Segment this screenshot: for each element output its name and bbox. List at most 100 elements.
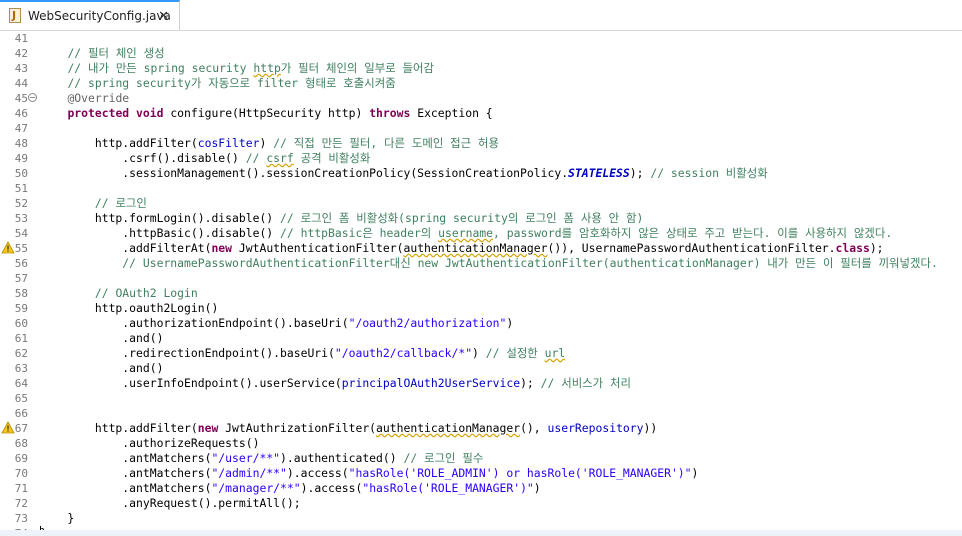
code-line[interactable]: 52 // 로그인 — [0, 196, 962, 211]
code-token: // 설정한 — [485, 346, 545, 360]
code-token: http — [253, 61, 281, 75]
code-line[interactable]: 63 .and() — [0, 361, 962, 376]
code-line[interactable]: 42 // 필터 체인 생성 — [0, 46, 962, 61]
line-number: 46 — [14, 107, 28, 120]
code-token: ).authenticated() — [280, 451, 404, 465]
code-line[interactable]: 59 http.oauth2Login() — [0, 301, 962, 316]
line-code: // 내가 만든 spring security http가 필터 체인의 일부… — [40, 61, 434, 76]
code-token: , password를 암호화하지 않은 상태로 주고 받는다. 이를 사용하지… — [493, 226, 893, 240]
code-line[interactable]: 47 — [0, 121, 962, 136]
warning-icon[interactable] — [1, 241, 15, 255]
code-token: .redirectionEndpoint().baseUri( — [40, 346, 335, 360]
line-number: 57 — [14, 272, 28, 285]
code-token: // 내가 만든 spring security — [67, 61, 254, 75]
code-token: ); — [869, 241, 884, 255]
code-token: // httpBasic은 header의 — [280, 226, 439, 240]
fold-toggle-icon[interactable]: − — [28, 93, 37, 102]
code-line[interactable]: 70 .antMatchers("/admin/**").access("has… — [0, 466, 962, 481]
line-code: http.addFilter(new JwtAuthrizationFilter… — [40, 421, 657, 436]
horizontal-scrollbar[interactable] — [0, 530, 962, 536]
line-code: .userInfoEndpoint().userService(principa… — [40, 376, 631, 391]
code-token: // 로그인 폼 비활성화(spring security의 로그인 폼 사용 … — [280, 211, 644, 225]
code-token: // OAuth2 Login — [94, 286, 198, 300]
line-number: 71 — [14, 482, 28, 495]
line-code: http.oauth2Login() — [40, 301, 218, 316]
code-line[interactable]: 49 .csrf().disable() // csrf 공격 비활성화 — [0, 151, 962, 166]
code-line[interactable]: 65 — [0, 391, 962, 406]
code-line[interactable]: 50 .sessionManagement().sessionCreationP… — [0, 166, 962, 181]
line-number: 42 — [14, 47, 28, 60]
line-code: // 로그인 — [40, 196, 147, 211]
line-code: .httpBasic().disable() // httpBasic은 hea… — [40, 226, 892, 241]
code-line[interactable]: 41 — [0, 31, 962, 46]
code-token: .and() — [40, 361, 164, 375]
code-line[interactable]: 43 // 내가 만든 spring security http가 필터 체인의… — [0, 61, 962, 76]
code-token: cosFilter — [197, 136, 260, 150]
line-code: @Override — [40, 91, 129, 106]
code-token: .httpBasic().disable() — [40, 226, 281, 240]
code-token: ) — [506, 316, 514, 330]
code-line[interactable]: 69 .antMatchers("/user/**").authenticate… — [0, 451, 962, 466]
code-token: // 서비스가 처리 — [540, 376, 631, 390]
code-line[interactable]: 60 .authorizationEndpoint().baseUri("/oa… — [0, 316, 962, 331]
line-code: // 필터 체인 생성 — [40, 46, 165, 61]
code-token: authenticationManager — [376, 421, 521, 435]
code-line[interactable]: 71 .antMatchers("/manager/**").access("h… — [0, 481, 962, 496]
code-token: csrf — [266, 151, 294, 165]
code-token: new — [211, 241, 233, 255]
code-line[interactable]: 61 .and() — [0, 331, 962, 346]
code-line[interactable]: 44 // spring security가 자동으로 filter 형태로 호… — [0, 76, 962, 91]
line-number: 51 — [14, 182, 28, 195]
line-code: .csrf().disable() // csrf 공격 비활성화 — [40, 151, 370, 166]
code-line[interactable]: 56 // UsernamePasswordAuthenticationFilt… — [0, 256, 962, 271]
warning-icon[interactable] — [1, 421, 15, 435]
code-token: "hasRole('ROLE_ADMIN') or hasRole('ROLE_… — [348, 466, 692, 480]
code-line[interactable]: 55 .addFilterAt(new JwtAuthenticationFil… — [0, 241, 962, 256]
code-line[interactable]: 62 .redirectionEndpoint().baseUri("/oaut… — [0, 346, 962, 361]
line-number: 66 — [14, 407, 28, 420]
line-code: .redirectionEndpoint().baseUri("/oauth2/… — [40, 346, 565, 361]
code-line[interactable]: 54 .httpBasic().disable() // httpBasic은 … — [0, 226, 962, 241]
code-token: @Override — [67, 91, 130, 105]
code-line[interactable]: 45− @Override — [0, 91, 962, 106]
code-line[interactable]: 51 — [0, 181, 962, 196]
tab-websecurityconfig[interactable]: J WebSecurityConfig.java ✕ — [0, 0, 180, 30]
code-line[interactable]: 66 — [0, 406, 962, 421]
code-line[interactable]: 73 } — [0, 511, 962, 526]
line-number: 62 — [14, 347, 28, 360]
line-number: 49 — [14, 152, 28, 165]
code-line[interactable]: 48 http.addFilter(cosFilter) // 직접 만든 필터… — [0, 136, 962, 151]
line-number: 54 — [14, 227, 28, 240]
code-token: .addFilterAt( — [40, 241, 212, 255]
code-line[interactable]: 64 .userInfoEndpoint().userService(princ… — [0, 376, 962, 391]
code-token: ()), UsernamePasswordAuthenticationFilte… — [547, 241, 836, 255]
line-number: 73 — [14, 512, 28, 525]
line-number: 60 — [14, 317, 28, 330]
line-code: // OAuth2 Login — [40, 286, 198, 301]
code-line[interactable]: 46 protected void configure(HttpSecurity… — [0, 106, 962, 121]
line-number: 72 — [14, 497, 28, 510]
code-token: )) — [643, 421, 658, 435]
code-token: // session 비활성화 — [650, 166, 768, 180]
code-token: // 필터 체인 생성 — [67, 46, 165, 60]
code-line[interactable]: 67 http.addFilter(new JwtAuthrizationFil… — [0, 421, 962, 436]
code-line[interactable]: 58 // OAuth2 Login — [0, 286, 962, 301]
code-token: // 로그인 — [94, 196, 147, 210]
line-code: .antMatchers("/user/**").authenticated()… — [40, 451, 483, 466]
code-line[interactable]: 53 http.formLogin().disable() // 로그인 폼 비… — [0, 211, 962, 226]
close-icon[interactable]: ✕ — [158, 9, 169, 24]
line-code: // spring security가 자동으로 filter 형태로 호출시켜… — [40, 76, 395, 91]
code-token: http.addFilter( — [40, 421, 198, 435]
code-editor[interactable]: 41 42 // 필터 체인 생성 43 // 내가 만든 spring secur… — [0, 31, 962, 536]
code-line[interactable]: 72 .anyRequest().permitAll(); — [0, 496, 962, 511]
code-line[interactable]: 68 .authorizeRequests() — [0, 436, 962, 451]
code-token: "/user/**" — [211, 451, 281, 465]
code-line[interactable]: 57 — [0, 271, 962, 286]
line-code: .authorizeRequests() — [40, 436, 259, 451]
code-token: 가 필터 체인의 일부로 들어감 — [280, 61, 434, 75]
line-code: .addFilterAt(new JwtAuthenticationFilter… — [40, 241, 884, 256]
code-token: throws — [369, 106, 411, 120]
